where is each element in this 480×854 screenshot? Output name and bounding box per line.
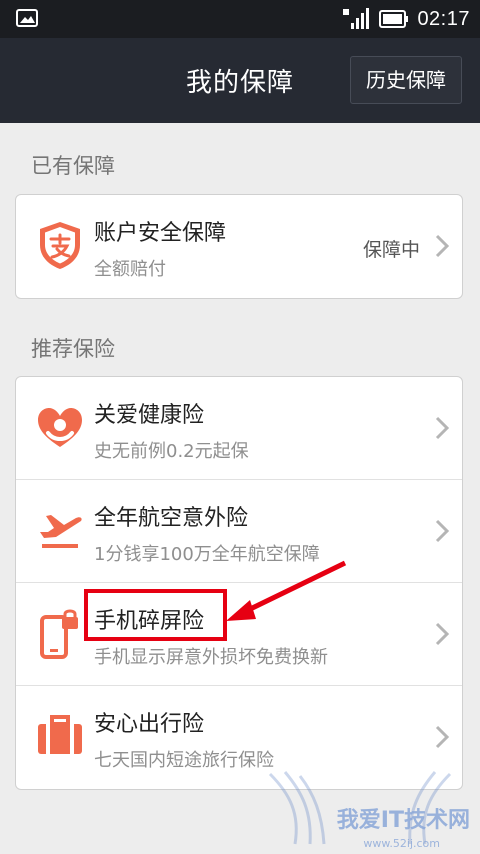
chevron-right-icon [435, 234, 450, 258]
chevron-right-icon [435, 416, 450, 440]
airplane-takeoff-icon [40, 515, 82, 548]
status-label: 保障中 [362, 239, 420, 261]
battery-icon [379, 10, 409, 28]
suitcase-icon [38, 715, 82, 754]
heart-care-icon [38, 408, 82, 447]
signal-icon [343, 8, 370, 29]
annotation-arrow-icon [226, 560, 347, 621]
watermark-url: www.52ij.com [363, 837, 440, 850]
status-bar: 02:17 [0, 0, 480, 38]
section-label-recommended: 推荐保险 [31, 337, 115, 361]
item-title: 关爱健康险 [94, 403, 205, 428]
phone-lock-icon [40, 609, 78, 659]
chevron-right-icon [435, 519, 450, 543]
existing-card: 账户安全保障 全额赔付 保障中 [15, 194, 463, 299]
item-title: 全年航空意外险 [94, 506, 249, 531]
item-subtitle: 全额赔付 [94, 259, 166, 280]
watermark-text: 我爱IT技术网 [336, 808, 470, 833]
history-button[interactable]: 历史保障 [350, 56, 462, 104]
item-subtitle: 史无前例0.2元起保 [94, 441, 249, 462]
item-title: 安心出行险 [94, 712, 205, 737]
chevron-right-icon [435, 725, 450, 749]
list-item-account-security[interactable]: 账户安全保障 全额赔付 保障中 [16, 195, 462, 298]
chevron-right-icon [435, 622, 450, 646]
list-item-health[interactable]: 关爱健康险 史无前例0.2元起保 [16, 377, 462, 480]
item-title: 账户安全保障 [94, 221, 227, 246]
image-notification-icon [16, 9, 38, 27]
shield-icon [40, 222, 80, 269]
highlight-box [84, 589, 227, 641]
watermark: 我爱IT技术网 www.52ij.com [240, 764, 480, 854]
clock: 02:17 [417, 7, 470, 30]
section-label-existing: 已有保障 [31, 154, 115, 178]
app-header: 我的保障 历史保障 [0, 38, 480, 123]
item-subtitle: 手机显示屏意外损坏免费换新 [94, 647, 328, 668]
